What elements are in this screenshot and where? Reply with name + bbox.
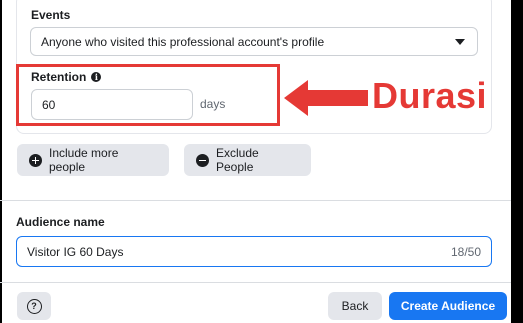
events-dropdown[interactable]: Anyone who visited this professional acc…: [30, 27, 478, 56]
help-button[interactable]: ?: [17, 292, 51, 320]
question-mark-icon: ?: [26, 298, 42, 314]
exclude-button-label: Exclude People: [216, 146, 259, 174]
retention-days-input[interactable]: [31, 89, 193, 120]
audience-name-input[interactable]: Visitor IG 60 Days 18/50: [16, 236, 492, 267]
info-icon[interactable]: i: [91, 72, 102, 82]
window-frame-left: [0, 0, 2, 323]
include-button-label: Include more people: [49, 146, 119, 174]
annotation-label: Durasi: [372, 75, 488, 116]
include-more-people-button[interactable]: Include more people: [17, 144, 169, 176]
exclude-people-button[interactable]: Exclude People: [184, 144, 311, 176]
events-label: Events: [31, 8, 71, 22]
character-counter: 18/50: [450, 245, 481, 259]
audience-name-label: Audience name: [16, 215, 105, 229]
retention-label-row: Retention i: [31, 70, 102, 84]
plus-circle-icon: [29, 153, 42, 167]
annotation-arrow-icon: [284, 80, 368, 116]
events-selected-value: Anyone who visited this professional acc…: [41, 34, 325, 49]
section-divider: [0, 200, 511, 201]
footer-divider: [0, 282, 511, 283]
create-audience-button[interactable]: Create Audience: [389, 292, 507, 320]
audience-name-value: Visitor IG 60 Days: [27, 244, 124, 259]
minus-circle-icon: [196, 153, 209, 167]
retention-unit-label: days: [200, 97, 226, 111]
caret-down-icon: [455, 39, 465, 45]
retention-label: Retention: [31, 70, 87, 84]
window-frame-right: [511, 0, 523, 323]
back-button[interactable]: Back: [328, 292, 382, 320]
